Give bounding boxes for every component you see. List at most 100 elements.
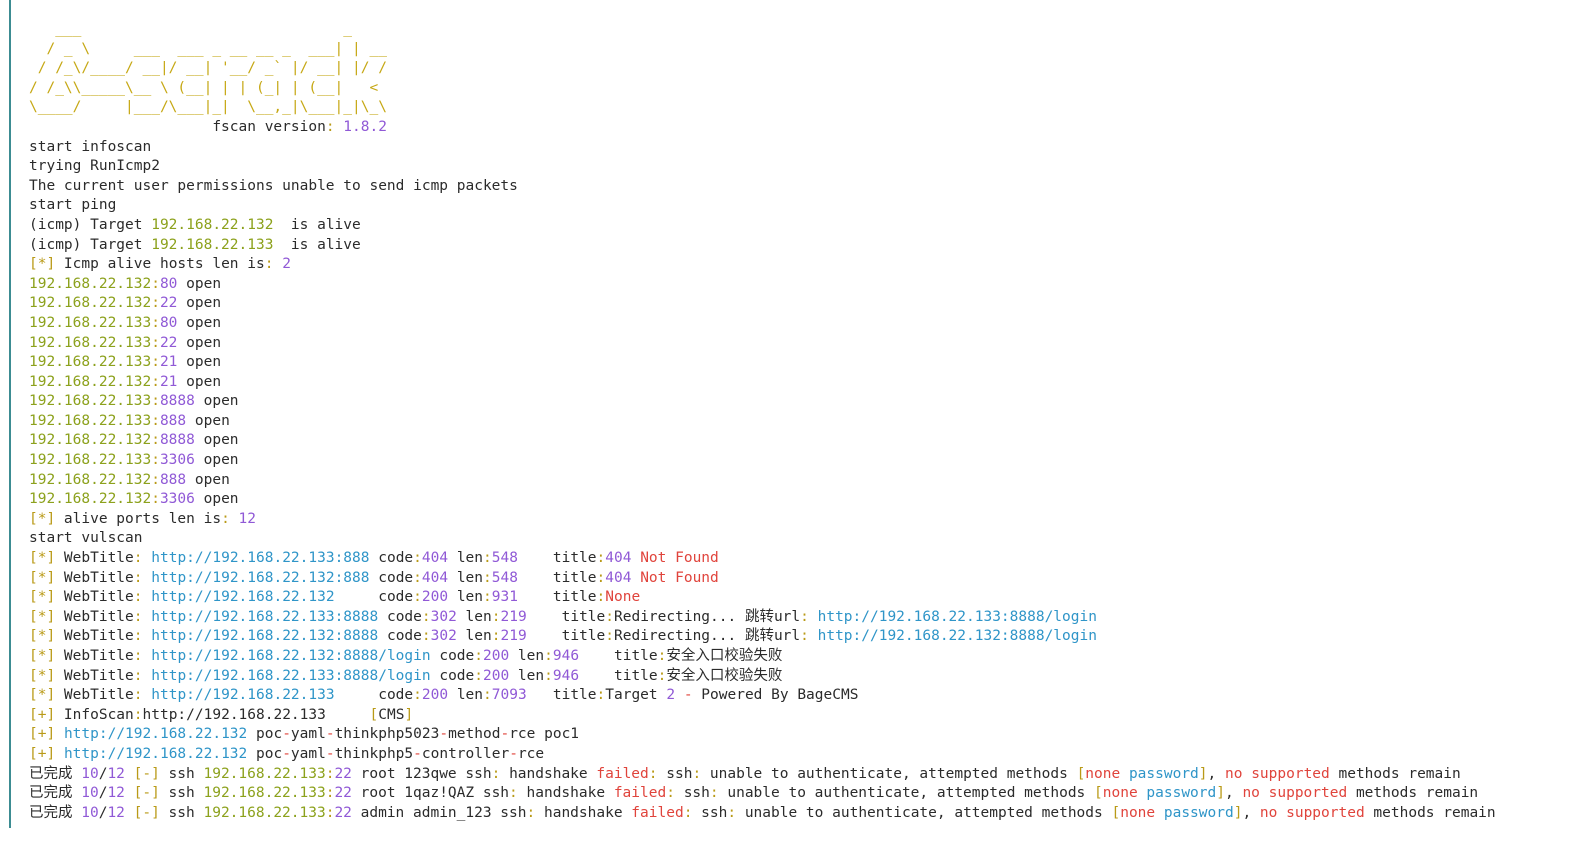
terminal-text-segment: 8888 — [159, 432, 195, 449]
terminal-text-segment: : — [413, 550, 422, 567]
terminal-text-segment: open — [177, 354, 222, 371]
terminal-line: 192.168.22.133:22 open — [29, 334, 1595, 354]
terminal-line: / /_\/____/ __|/ __| '__/ _` |/ __| |/ / — [29, 59, 1595, 79]
terminal-text-segment: : — [526, 804, 544, 821]
terminal-line: 192.168.22.133:8888 open — [29, 392, 1595, 412]
terminal-text-segment: 192.168.22.133 — [203, 804, 326, 821]
terminal-line: start vulscan — [29, 529, 1595, 549]
terminal-text-segment: [+] — [29, 706, 56, 723]
terminal-text-segment: [+] — [29, 745, 56, 762]
terminal-text-segment: code — [334, 687, 414, 704]
terminal-text-segment: yaml — [290, 745, 326, 762]
terminal-text-segment: unable to authenticate, attempted method… — [744, 804, 1112, 821]
terminal-text-segment: code — [430, 667, 475, 684]
terminal-text-segment: title — [526, 687, 597, 704]
terminal-text-segment: failed — [613, 785, 667, 802]
terminal-text-segment: 200 — [483, 667, 510, 684]
terminal-text-segment: : — [133, 706, 143, 723]
terminal-line: 192.168.22.132:8888 open — [29, 431, 1595, 451]
terminal-text-segment: len — [456, 608, 492, 625]
terminal-text-segment: : — [709, 785, 728, 802]
terminal-text-segment: 3306 — [159, 452, 195, 469]
terminal-text-segment: : — [413, 687, 422, 704]
terminal-text-segment: 7093 — [491, 687, 527, 704]
terminal-text-segment: : — [133, 667, 152, 684]
terminal-line: ___ _ — [29, 20, 1595, 40]
terminal-text-segment: unable to authenticate, attempted method… — [709, 765, 1077, 782]
terminal-text-segment: 21 — [159, 354, 178, 371]
terminal-line: (icmp) Target 192.168.22.132 is alive — [29, 216, 1595, 236]
terminal-text-segment: (icmp) Target — [29, 236, 152, 253]
terminal-text-segment: open — [194, 432, 239, 449]
terminal-text-segment: , — [1224, 785, 1243, 802]
terminal-line: The current user permissions unable to s… — [29, 177, 1595, 197]
terminal-output: ___ _ / _ \ ___ ___ _ __ __ _ ___| | __ … — [29, 20, 1595, 823]
terminal-text-segment: password — [1155, 804, 1234, 821]
terminal-text-segment: : — [151, 452, 160, 469]
terminal-text-segment: [*] — [29, 648, 56, 664]
terminal-text-segment: : — [474, 667, 483, 684]
terminal-text-segment: 192.168.22.132 — [29, 295, 152, 312]
terminal-text-segment: 192.168.22.132 — [29, 373, 152, 390]
terminal-line: 192.168.22.133:3306 open — [29, 451, 1595, 471]
terminal-text-segment: The current user permissions unable to s… — [29, 177, 518, 194]
terminal-text-segment: no supported — [1242, 785, 1348, 802]
terminal-line: 192.168.22.133:80 open — [29, 314, 1595, 334]
terminal-text-segment: open — [177, 314, 222, 331]
terminal-text-segment: InfoScan — [55, 706, 134, 723]
terminal-text-segment: title — [526, 628, 606, 645]
terminal-text-segment: [*] — [29, 256, 56, 273]
terminal-text-segment: [ — [1111, 804, 1121, 821]
terminal-text-segment: open — [177, 373, 222, 390]
terminal-text-segment: rce poc1 — [509, 726, 580, 743]
terminal-text-segment: 已完成 — [29, 804, 82, 821]
terminal-text-segment: code — [378, 608, 422, 625]
terminal-line: 192.168.22.133:21 open — [29, 353, 1595, 373]
terminal-window[interactable]: ___ _ / _ \ ___ ___ _ __ __ _ ___| | __ … — [0, 0, 1595, 856]
terminal-text-segment: 946 — [552, 648, 580, 664]
terminal-text-segment: [*] — [29, 608, 56, 625]
terminal-text-segment: http://192.168.22.133:888 — [151, 550, 370, 567]
terminal-text-segment: [*] — [29, 628, 56, 645]
terminal-text-segment: 931 — [491, 589, 518, 606]
terminal-text-segment: title — [579, 648, 658, 664]
terminal-line: 192.168.22.132:3306 open — [29, 490, 1595, 510]
terminal-text-segment: [-] — [124, 804, 160, 821]
terminal-text-segment: is alive — [273, 236, 361, 253]
terminal-text-segment: http://192.168.22.132:888 — [151, 569, 370, 586]
terminal-text-segment: controller — [421, 745, 510, 762]
terminal-text-segment: open — [194, 393, 239, 410]
terminal-text-segment: poc — [247, 726, 283, 743]
terminal-text-segment: - — [439, 726, 449, 743]
terminal-text-segment: 22 — [334, 765, 352, 782]
terminal-text-segment: [ — [325, 706, 379, 723]
terminal-text-segment: WebTitle — [55, 667, 134, 684]
terminal-text-segment: 12 — [238, 510, 257, 527]
terminal-text-segment: : — [483, 589, 492, 606]
terminal-text-segment: : — [151, 412, 160, 429]
terminal-text-segment: 192.168.22.132 — [29, 491, 152, 508]
terminal-text-segment: 200 — [421, 589, 449, 606]
terminal-text-segment: yaml — [290, 726, 326, 743]
terminal-text-segment: title — [579, 667, 658, 684]
terminal-text-segment: ssh — [701, 804, 728, 821]
terminal-text-segment: 2 — [666, 687, 676, 704]
terminal-text-segment: 548 — [491, 569, 518, 586]
terminal-text-segment: - — [413, 745, 422, 762]
terminal-text-segment: rce — [517, 745, 545, 762]
terminal-text-segment: open — [177, 275, 222, 292]
terminal-text-segment: failed — [631, 804, 684, 821]
terminal-text-segment: : — [605, 608, 614, 625]
terminal-text-segment: code — [369, 569, 414, 586]
terminal-text-segment: 3306 — [159, 491, 195, 508]
terminal-text-segment: - — [500, 726, 510, 743]
terminal-text-segment: : — [683, 804, 702, 821]
terminal-text-segment: - — [325, 745, 335, 762]
terminal-line: [*] WebTitle: http://192.168.22.132:8888… — [29, 627, 1595, 647]
terminal-line: 已完成 10/12 [-] ssh 192.168.22.133:22 root… — [29, 765, 1595, 785]
terminal-text-segment: [-] — [124, 785, 160, 802]
terminal-text-segment: : — [692, 765, 710, 782]
terminal-line: [*] WebTitle: http://192.168.22.133:8888… — [29, 667, 1595, 687]
terminal-text-segment: methods remain — [1364, 804, 1496, 821]
terminal-text-segment: Redirecting... 跳转url — [614, 628, 801, 645]
